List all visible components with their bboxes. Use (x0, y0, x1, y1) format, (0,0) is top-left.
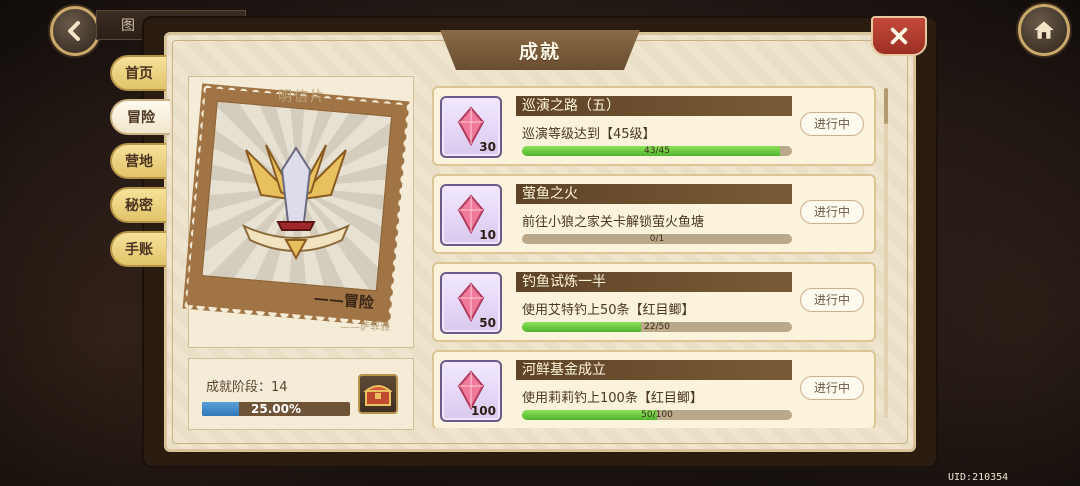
status-badge: 进行中 (800, 288, 864, 312)
status-badge: 进行中 (800, 112, 864, 136)
reward-icon: 100 (440, 360, 502, 422)
reward-count: 100 (470, 404, 496, 418)
reward-count: 30 (479, 140, 496, 154)
side-tab-secret[interactable]: 秘密 (110, 187, 166, 223)
achievement-card: 30 巡演之路（五） 巡演等级达到【45级】 43/45 进行中 (432, 86, 876, 166)
window-title-text: 成就 (518, 40, 561, 63)
reward-icon: 30 (440, 96, 502, 158)
stage-label: 成就阶段：14 (206, 380, 288, 395)
status-badge: 进行中 (800, 200, 864, 224)
achievement-description: 前往小狼之家关卡解锁萤火鱼塘 (522, 215, 705, 230)
achievement-title: 钓鱼试炼一半 (516, 272, 792, 292)
adventure-emblem-icon (242, 144, 350, 261)
close-button[interactable] (871, 16, 927, 56)
scrollbar-thumb[interactable] (884, 88, 888, 124)
home-button[interactable] (1018, 4, 1070, 56)
achievement-description: 使用莉莉钓上100条【红目鲫】 (522, 391, 703, 406)
achievement-progress-text: 22/50 (644, 322, 670, 332)
close-icon (890, 27, 908, 45)
side-tab-label: 首页 (125, 66, 153, 82)
stamp-caption: ——冒险 (313, 288, 375, 313)
side-tab-label: 营地 (125, 154, 153, 170)
achievement-progress-text: 0/1 (649, 234, 665, 244)
side-tab-journal[interactable]: 手账 (110, 231, 166, 267)
treasure-chest-icon (363, 385, 393, 406)
list-scrollbar[interactable] (884, 88, 888, 418)
achievement-title: 河鲜基金成立 (516, 360, 792, 380)
achievement-card: 50 钓鱼试炼一半 使用艾特钓上50条【红目鲫】 22/50 进行中 (432, 262, 876, 342)
side-tab-label: 秘密 (125, 198, 153, 214)
side-tab-label: 冒险 (127, 110, 155, 126)
arrow-left-icon (68, 21, 80, 41)
reward-icon: 10 (440, 184, 502, 246)
achievement-title: 巡演之路（五） (516, 96, 792, 116)
achievement-list[interactable]: 30 巡演之路（五） 巡演等级达到【45级】 43/45 进行中 10 萤鱼之火… (424, 76, 894, 428)
side-tab-camp[interactable]: 营地 (110, 143, 166, 179)
reward-count: 50 (479, 316, 496, 330)
reward-chest-button[interactable] (358, 374, 398, 414)
reward-count: 10 (479, 228, 496, 242)
side-tab-label: 手账 (125, 242, 153, 258)
side-tab-home[interactable]: 首页 (110, 55, 166, 91)
achievement-description: 巡演等级达到【45级】 (522, 127, 656, 142)
achievement-progress-text: 50/100 (641, 410, 673, 420)
stage-progress-text: 25.00% (251, 402, 301, 416)
home-icon (1034, 21, 1054, 39)
achievement-title: 萤鱼之火 (516, 184, 792, 204)
user-id: UID:210354 (948, 472, 1009, 483)
achievement-card: 10 萤鱼之火 前往小狼之家关卡解锁萤火鱼塘 0/1 进行中 (432, 174, 876, 254)
postcard-title: 明信片 (278, 89, 326, 105)
window-title: 成就 (440, 30, 640, 70)
achievement-progress-text: 43/45 (644, 146, 670, 156)
status-badge: 进行中 (800, 376, 864, 400)
achievement-description: 使用艾特钓上50条【红目鲫】 (522, 303, 695, 318)
side-tab-adventure[interactable]: 冒险 (110, 99, 170, 135)
postcard-signature: ——萨菲雅 (340, 322, 390, 333)
reward-icon: 50 (440, 272, 502, 334)
top-tab-label: 图 (121, 18, 135, 34)
achievement-card: 100 河鲜基金成立 使用莉莉钓上100条【红目鲫】 50/100 进行中 (432, 350, 876, 428)
back-button[interactable] (50, 6, 100, 56)
